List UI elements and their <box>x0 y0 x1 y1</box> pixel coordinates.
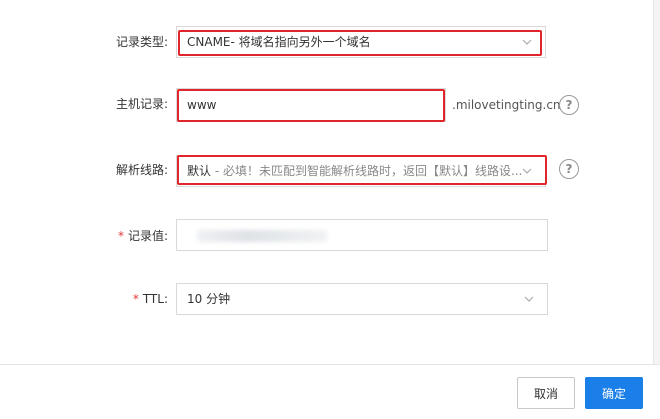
record-type-select[interactable]: CNAME- 将域名指向另外一个域名 <box>176 26 546 58</box>
line-label: 解析线路: <box>115 163 168 177</box>
ttl-label: * TTL: <box>132 292 168 306</box>
record-value-input[interactable] <box>176 219 548 251</box>
chevron-down-icon <box>522 39 532 45</box>
domain-suffix: .milovetingting.cn <box>452 98 561 112</box>
host-input[interactable]: www <box>176 88 446 122</box>
record-type-label: 记录类型: <box>115 35 168 49</box>
host-value: www <box>187 98 217 112</box>
host-help-icon[interactable]: ? <box>559 95 579 115</box>
confirm-button[interactable]: 确定 <box>585 377 643 409</box>
line-value: 默认 - 必填！未匹配到智能解析线路时，返回【默认】线路设... <box>187 164 523 178</box>
cancel-button[interactable]: 取消 <box>517 377 575 409</box>
record-value-label: * 记录值: <box>117 229 168 243</box>
footer-divider <box>0 364 660 365</box>
host-label: 主机记录: <box>115 97 168 111</box>
line-help-icon[interactable]: ? <box>559 159 579 179</box>
required-mark: * <box>132 292 139 306</box>
ttl-value: 10 分钟 <box>187 292 231 306</box>
chevron-down-icon <box>524 296 534 302</box>
required-mark: * <box>117 229 124 243</box>
line-select[interactable]: 默认 - 必填！未匹配到智能解析线路时，返回【默认】线路设... <box>176 155 546 187</box>
chevron-down-icon <box>522 168 532 174</box>
record-type-value: CNAME- 将域名指向另外一个域名 <box>187 35 371 49</box>
ttl-select[interactable]: 10 分钟 <box>176 283 548 315</box>
scrollbar-edge <box>653 0 660 364</box>
redacted-value <box>197 230 327 242</box>
